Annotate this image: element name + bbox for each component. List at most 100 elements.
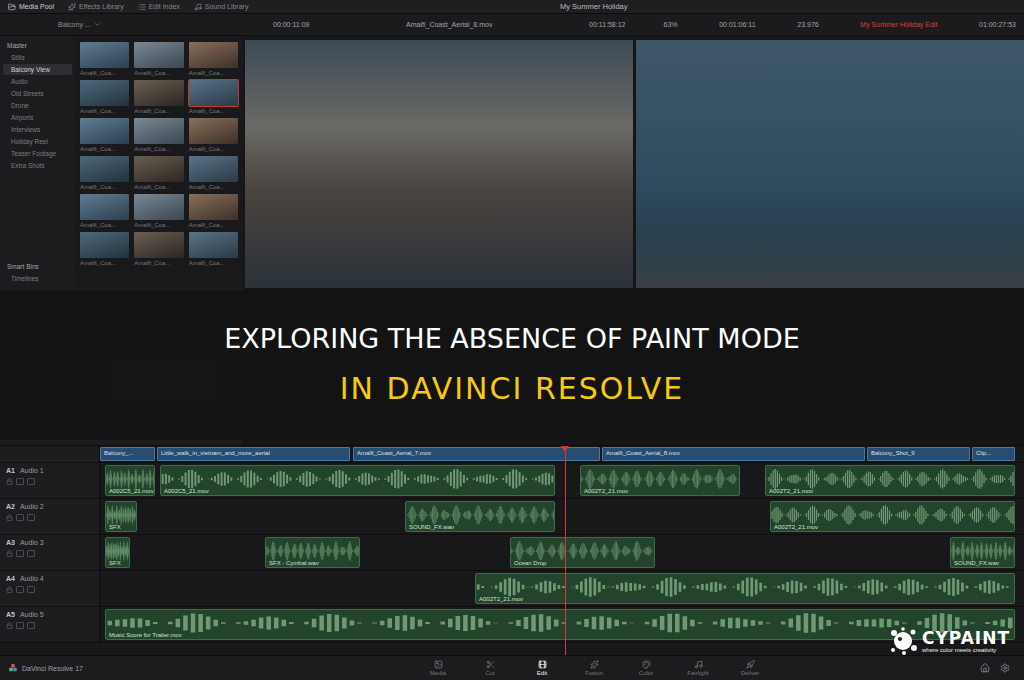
solo-button[interactable] <box>16 514 24 521</box>
track-name[interactable]: Audio 1 <box>20 467 44 474</box>
source-viewer[interactable] <box>245 40 633 288</box>
media-clip[interactable]: Amalfi_Coa... <box>189 156 238 190</box>
audio-track: A3Audio 3 SFX SFX - Cymbal.wav Ocean Drop SO… <box>0 535 1024 571</box>
audio-clip[interactable]: A002C5_21.mov <box>160 465 555 496</box>
media-clip[interactable]: Amalfi_Coa... <box>189 118 238 152</box>
video-clip[interactable]: Balcony_... <box>100 447 155 461</box>
bin-item[interactable]: Old Streets <box>3 88 72 99</box>
video-clip[interactable]: Amalfi_Coast_Aerial_8.mov <box>602 447 865 461</box>
smart-bin-item[interactable]: Timelines <box>3 273 72 284</box>
waveform-icon <box>106 540 129 562</box>
audio-clip[interactable]: Ocean Drop <box>510 537 655 568</box>
audio-clip[interactable]: A002T2_21.mov <box>770 501 1015 532</box>
page-button[interactable]: Deliver <box>724 660 776 676</box>
audio-clip[interactable]: A002T2_21.mov <box>765 465 1015 496</box>
clip-thumbnail <box>80 42 129 68</box>
solo-button[interactable] <box>16 622 24 629</box>
media-clip[interactable]: Amalfi_Coa... <box>80 42 129 76</box>
timeline-name[interactable]: My Summer Holiday Edit <box>860 21 937 28</box>
video-clip[interactable]: Clip... <box>972 447 1015 461</box>
lock-icon[interactable] <box>6 478 13 485</box>
clip-thumbnail <box>189 232 238 258</box>
track-name[interactable]: Audio 4 <box>20 575 44 582</box>
bin-item[interactable]: Teaser Footage <box>3 148 72 159</box>
panel-tab[interactable]: Sound Library <box>194 3 249 11</box>
media-clip[interactable]: Amalfi_Coa... <box>80 232 129 266</box>
audio-clip[interactable]: SOUND_FX.wav <box>950 537 1015 568</box>
bin-item[interactable]: Drone <box>3 100 72 111</box>
page-button[interactable]: Media <box>412 660 464 676</box>
page-button[interactable]: Edit <box>516 660 568 676</box>
track-name[interactable]: Audio 5 <box>20 611 44 618</box>
panel-tab[interactable]: Edit Index <box>138 3 180 11</box>
media-clip[interactable]: Amalfi_Coa... <box>189 80 238 114</box>
bin-item[interactable]: Extra Shots <box>3 160 72 171</box>
media-clip[interactable]: Amalfi_Coa... <box>80 194 129 228</box>
viewers <box>243 36 1024 288</box>
media-clip[interactable]: Amalfi_Coa... <box>80 156 129 190</box>
audio-clip[interactable]: Music Score for Trailer.mov <box>105 609 1015 640</box>
bin-item[interactable]: Audio <box>3 76 72 87</box>
media-clip[interactable]: Amalfi_Coa... <box>189 42 238 76</box>
media-clip[interactable]: Amalfi_Coa... <box>189 232 238 266</box>
media-clip[interactable]: Amalfi_Coa... <box>134 232 183 266</box>
bin-item[interactable]: Stills <box>3 52 72 63</box>
solo-button[interactable] <box>16 478 24 485</box>
bin-item[interactable]: Holiday Reel <box>3 136 72 147</box>
page-button[interactable]: Cut <box>464 660 516 676</box>
waveform-icon <box>511 540 654 562</box>
panel-tab[interactable]: Media Pool <box>8 3 54 11</box>
lock-icon[interactable] <box>6 514 13 521</box>
audio-clip[interactable]: SOUND_FX.wav <box>405 501 555 532</box>
media-clip[interactable]: Amalfi_Coa... <box>189 194 238 228</box>
mute-button[interactable] <box>27 550 35 557</box>
home-icon[interactable] <box>980 663 990 673</box>
audio-track-header: A3Audio 3 <box>0 535 100 570</box>
page-button[interactable]: Fairlight <box>672 660 724 676</box>
track-id: A1 <box>6 467 15 474</box>
media-clip[interactable]: Amalfi_Coa... <box>80 118 129 152</box>
panel-tab[interactable]: Effects Library <box>68 3 124 11</box>
media-clip[interactable]: Amalfi_Coa... <box>134 118 183 152</box>
audio-clip[interactable]: SFX - Cymbal.wav <box>265 537 360 568</box>
timeline-zoom[interactable]: 63% <box>664 21 678 28</box>
video-clip[interactable]: Balcony_Shot_9 <box>867 447 970 461</box>
media-clip[interactable]: Amalfi_Coa... <box>80 80 129 114</box>
gear-icon[interactable] <box>1000 663 1010 673</box>
playhead-marker[interactable] <box>561 446 569 452</box>
page-button[interactable]: Color <box>620 660 672 676</box>
audio-clip[interactable]: A002T2_21.mov <box>475 573 1015 604</box>
mute-button[interactable] <box>27 586 35 593</box>
timeline-viewer[interactable] <box>636 40 1024 288</box>
audio-clip[interactable]: SFX <box>105 537 130 568</box>
media-clip[interactable]: Amalfi_Coa... <box>134 42 183 76</box>
audio-clip[interactable]: SFX <box>105 501 137 532</box>
track-name[interactable]: Audio 3 <box>20 539 44 546</box>
clip-label: Balcony_... <box>104 450 134 456</box>
mute-button[interactable] <box>27 622 35 629</box>
bin-item[interactable]: Airports <box>3 112 72 123</box>
clip-label: SFX <box>109 560 121 566</box>
clip-name: Amalfi_Coa... <box>189 146 238 152</box>
solo-button[interactable] <box>16 586 24 593</box>
lock-icon[interactable] <box>6 550 13 557</box>
bin-select[interactable]: Balcony ... <box>0 21 243 28</box>
bin-item[interactable]: Balcony View <box>3 64 72 75</box>
lock-icon[interactable] <box>6 586 13 593</box>
solo-button[interactable] <box>16 550 24 557</box>
media-clip[interactable]: Amalfi_Coa... <box>134 80 183 114</box>
smart-bins-header[interactable]: Smart Bins <box>3 261 72 272</box>
playhead[interactable] <box>565 446 566 655</box>
media-clip[interactable]: Amalfi_Coa... <box>134 156 183 190</box>
mute-button[interactable] <box>27 514 35 521</box>
mute-button[interactable] <box>27 478 35 485</box>
audio-clip[interactable]: A002C5_21.mov <box>105 465 155 496</box>
audio-clip[interactable]: A002T2_21.mov <box>580 465 740 496</box>
lock-icon[interactable] <box>6 622 13 629</box>
video-clip[interactable]: Little_walk_in_vietnam_and_more_aerial <box>157 447 350 461</box>
media-clip[interactable]: Amalfi_Coa... <box>134 194 183 228</box>
page-button[interactable]: Fusion <box>568 660 620 676</box>
bin-item[interactable]: Interviews <box>3 124 72 135</box>
track-name[interactable]: Audio 2 <box>20 503 44 510</box>
bin-header[interactable]: Master <box>3 40 72 51</box>
